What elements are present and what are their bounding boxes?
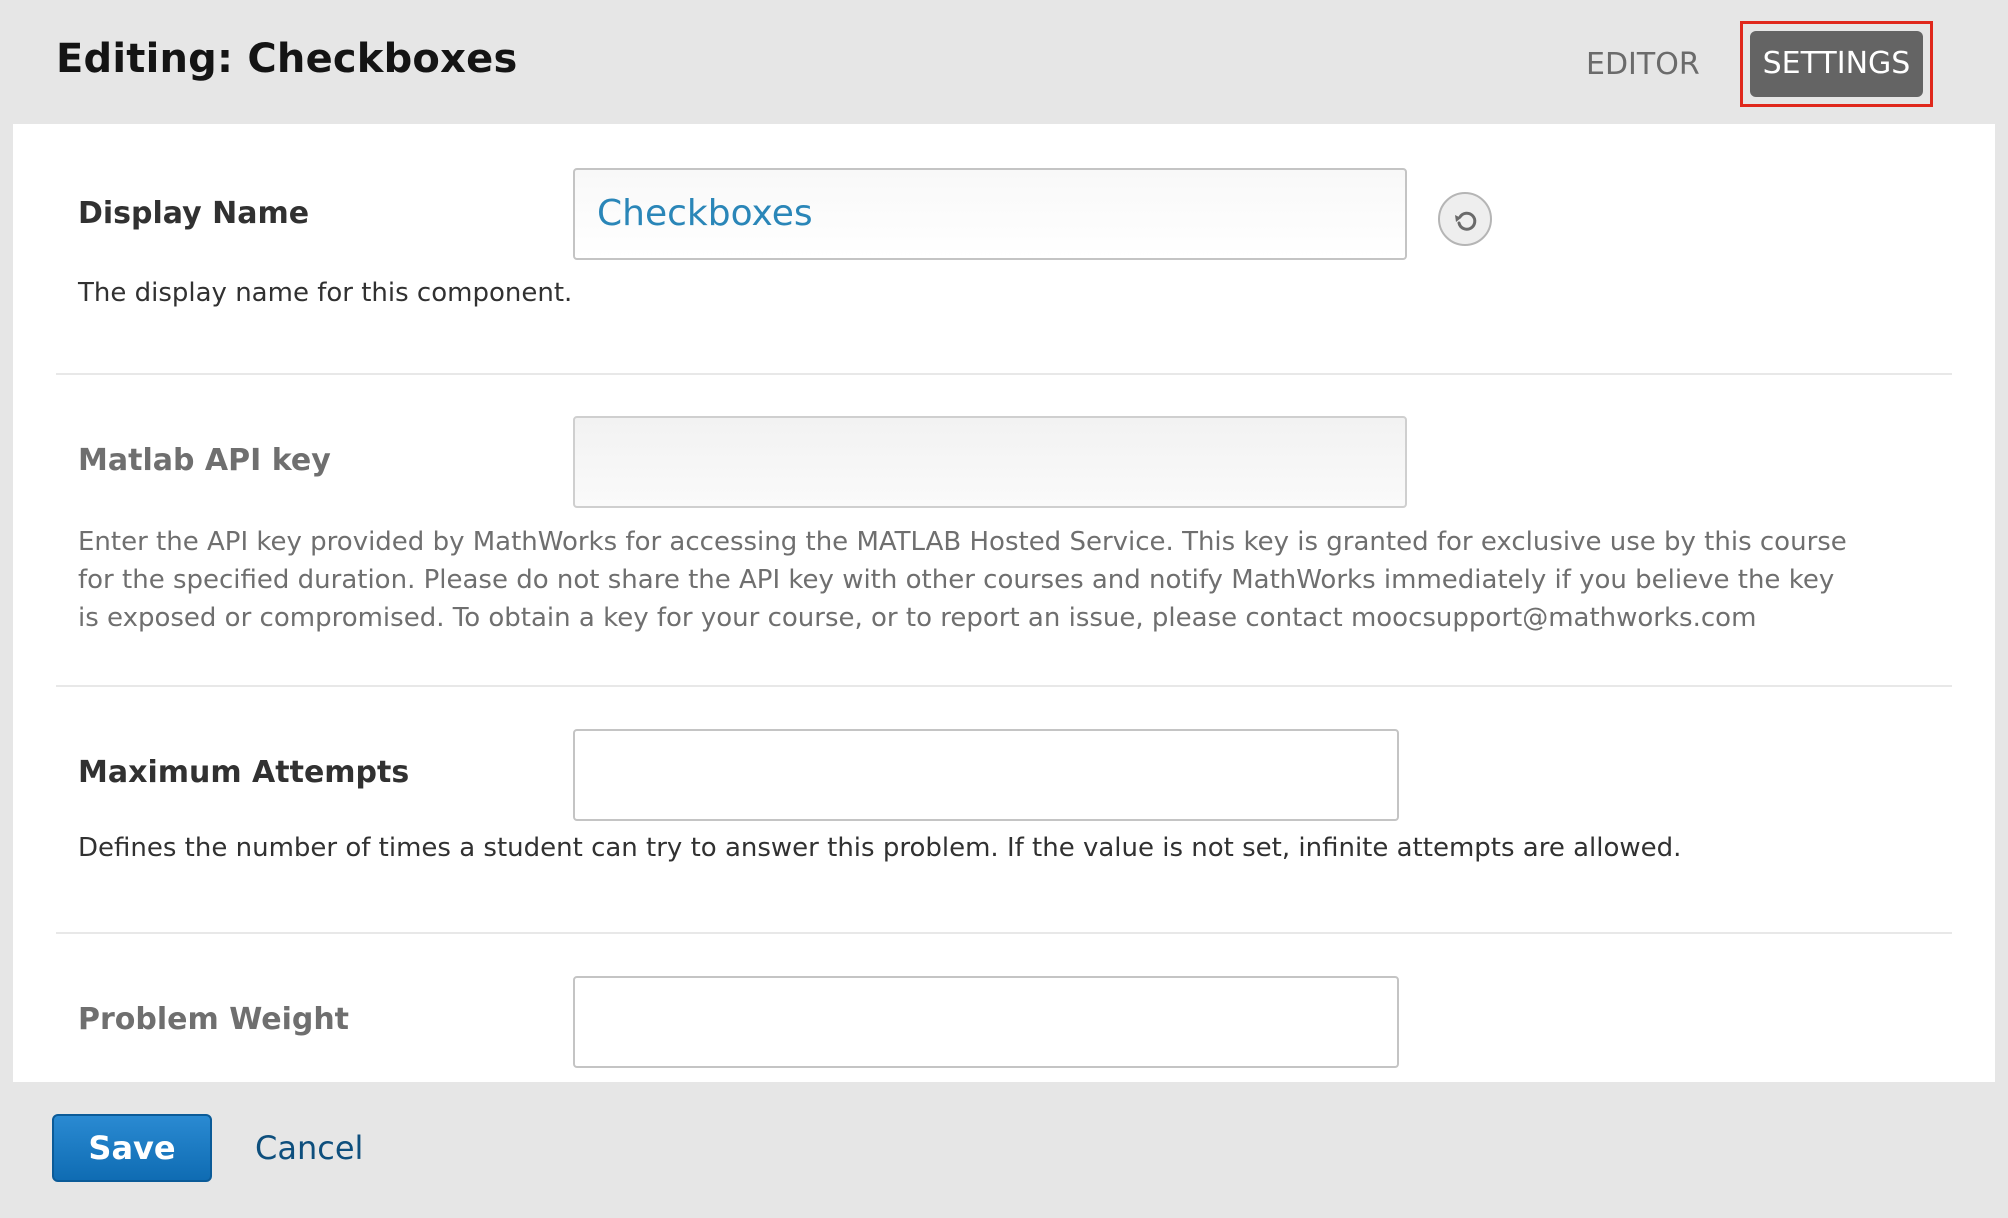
save-button[interactable]: Save xyxy=(52,1114,212,1182)
display-name-help: The display name for this component. xyxy=(78,278,573,308)
tab-settings[interactable]: SETTINGS xyxy=(1750,31,1923,97)
problem-weight-label: Problem Weight xyxy=(78,1002,350,1037)
matlab-api-key-help: Enter the API key provided by MathWorks … xyxy=(78,527,1847,633)
editor-footer: Save Cancel xyxy=(0,1082,2008,1218)
cancel-button[interactable]: Cancel xyxy=(255,1114,363,1182)
reset-display-name-button[interactable] xyxy=(1438,192,1492,246)
setting-maximum-attempts: Maximum Attempts Defines the number of t… xyxy=(13,687,1995,932)
matlab-api-key-label: Matlab API key xyxy=(78,443,331,478)
matlab-api-key-input[interactable] xyxy=(573,416,1407,508)
maximum-attempts-input[interactable] xyxy=(573,729,1399,821)
setting-display-name: Display Name Checkboxes The display name… xyxy=(13,124,1995,367)
page-title: Editing: Checkboxes xyxy=(56,36,518,82)
setting-problem-weight: Problem Weight xyxy=(13,934,1995,1082)
settings-panel: Display Name Checkboxes The display name… xyxy=(13,124,1995,1082)
editor-header: Editing: Checkboxes EDITOR SETTINGS xyxy=(0,0,2008,124)
setting-matlab-api-key: Matlab API key Enter the API key provide… xyxy=(13,375,1995,685)
display-name-label: Display Name xyxy=(78,196,310,231)
tab-editor[interactable]: EDITOR xyxy=(1586,44,1700,86)
display-name-input[interactable]: Checkboxes xyxy=(573,168,1407,260)
problem-weight-input[interactable] xyxy=(573,976,1399,1068)
maximum-attempts-label: Maximum Attempts xyxy=(78,755,410,790)
maximum-attempts-help: Defines the number of times a student ca… xyxy=(78,833,1682,863)
